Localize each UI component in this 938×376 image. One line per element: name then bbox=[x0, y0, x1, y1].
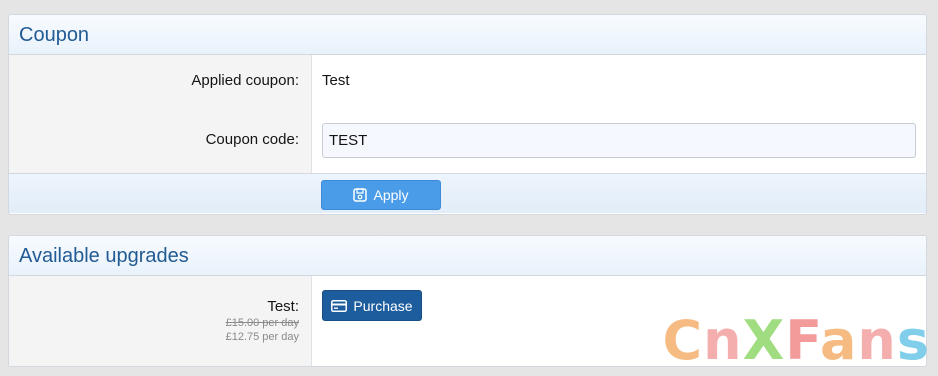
applied-coupon-value: Test bbox=[322, 72, 350, 89]
upgrade-name: Test: bbox=[267, 298, 299, 315]
coupon-code-label: Coupon code: bbox=[9, 107, 312, 173]
watermark-logo: CnXFans bbox=[662, 309, 930, 372]
coupon-footer: Apply bbox=[9, 173, 926, 213]
credit-card-icon bbox=[331, 299, 348, 312]
upgrades-title: Available upgrades bbox=[19, 245, 189, 267]
purchase-button[interactable]: Purchase bbox=[322, 290, 422, 321]
upgrade-old-price: £15.00 per day bbox=[225, 316, 299, 329]
coupon-block: Coupon Applied coupon: Test Coupon code:… bbox=[8, 14, 927, 215]
coupon-code-row: Coupon code: bbox=[9, 107, 926, 173]
coupon-code-input[interactable] bbox=[322, 122, 916, 158]
coupon-title: Coupon bbox=[19, 24, 90, 46]
upgrade-new-price: £12.75 per day bbox=[225, 330, 299, 343]
applied-coupon-row: Applied coupon: Test bbox=[9, 55, 926, 107]
purchase-label: Purchase bbox=[353, 297, 413, 314]
apply-label: Apply bbox=[373, 187, 409, 203]
save-icon bbox=[353, 188, 368, 202]
apply-button[interactable]: Apply bbox=[321, 180, 441, 210]
applied-coupon-label: Applied coupon: bbox=[9, 55, 312, 107]
upgrade-info: Test: £15.00 per day £12.75 per day bbox=[9, 276, 312, 366]
upgrades-header: Available upgrades bbox=[9, 236, 926, 276]
coupon-header: Coupon bbox=[9, 15, 926, 55]
